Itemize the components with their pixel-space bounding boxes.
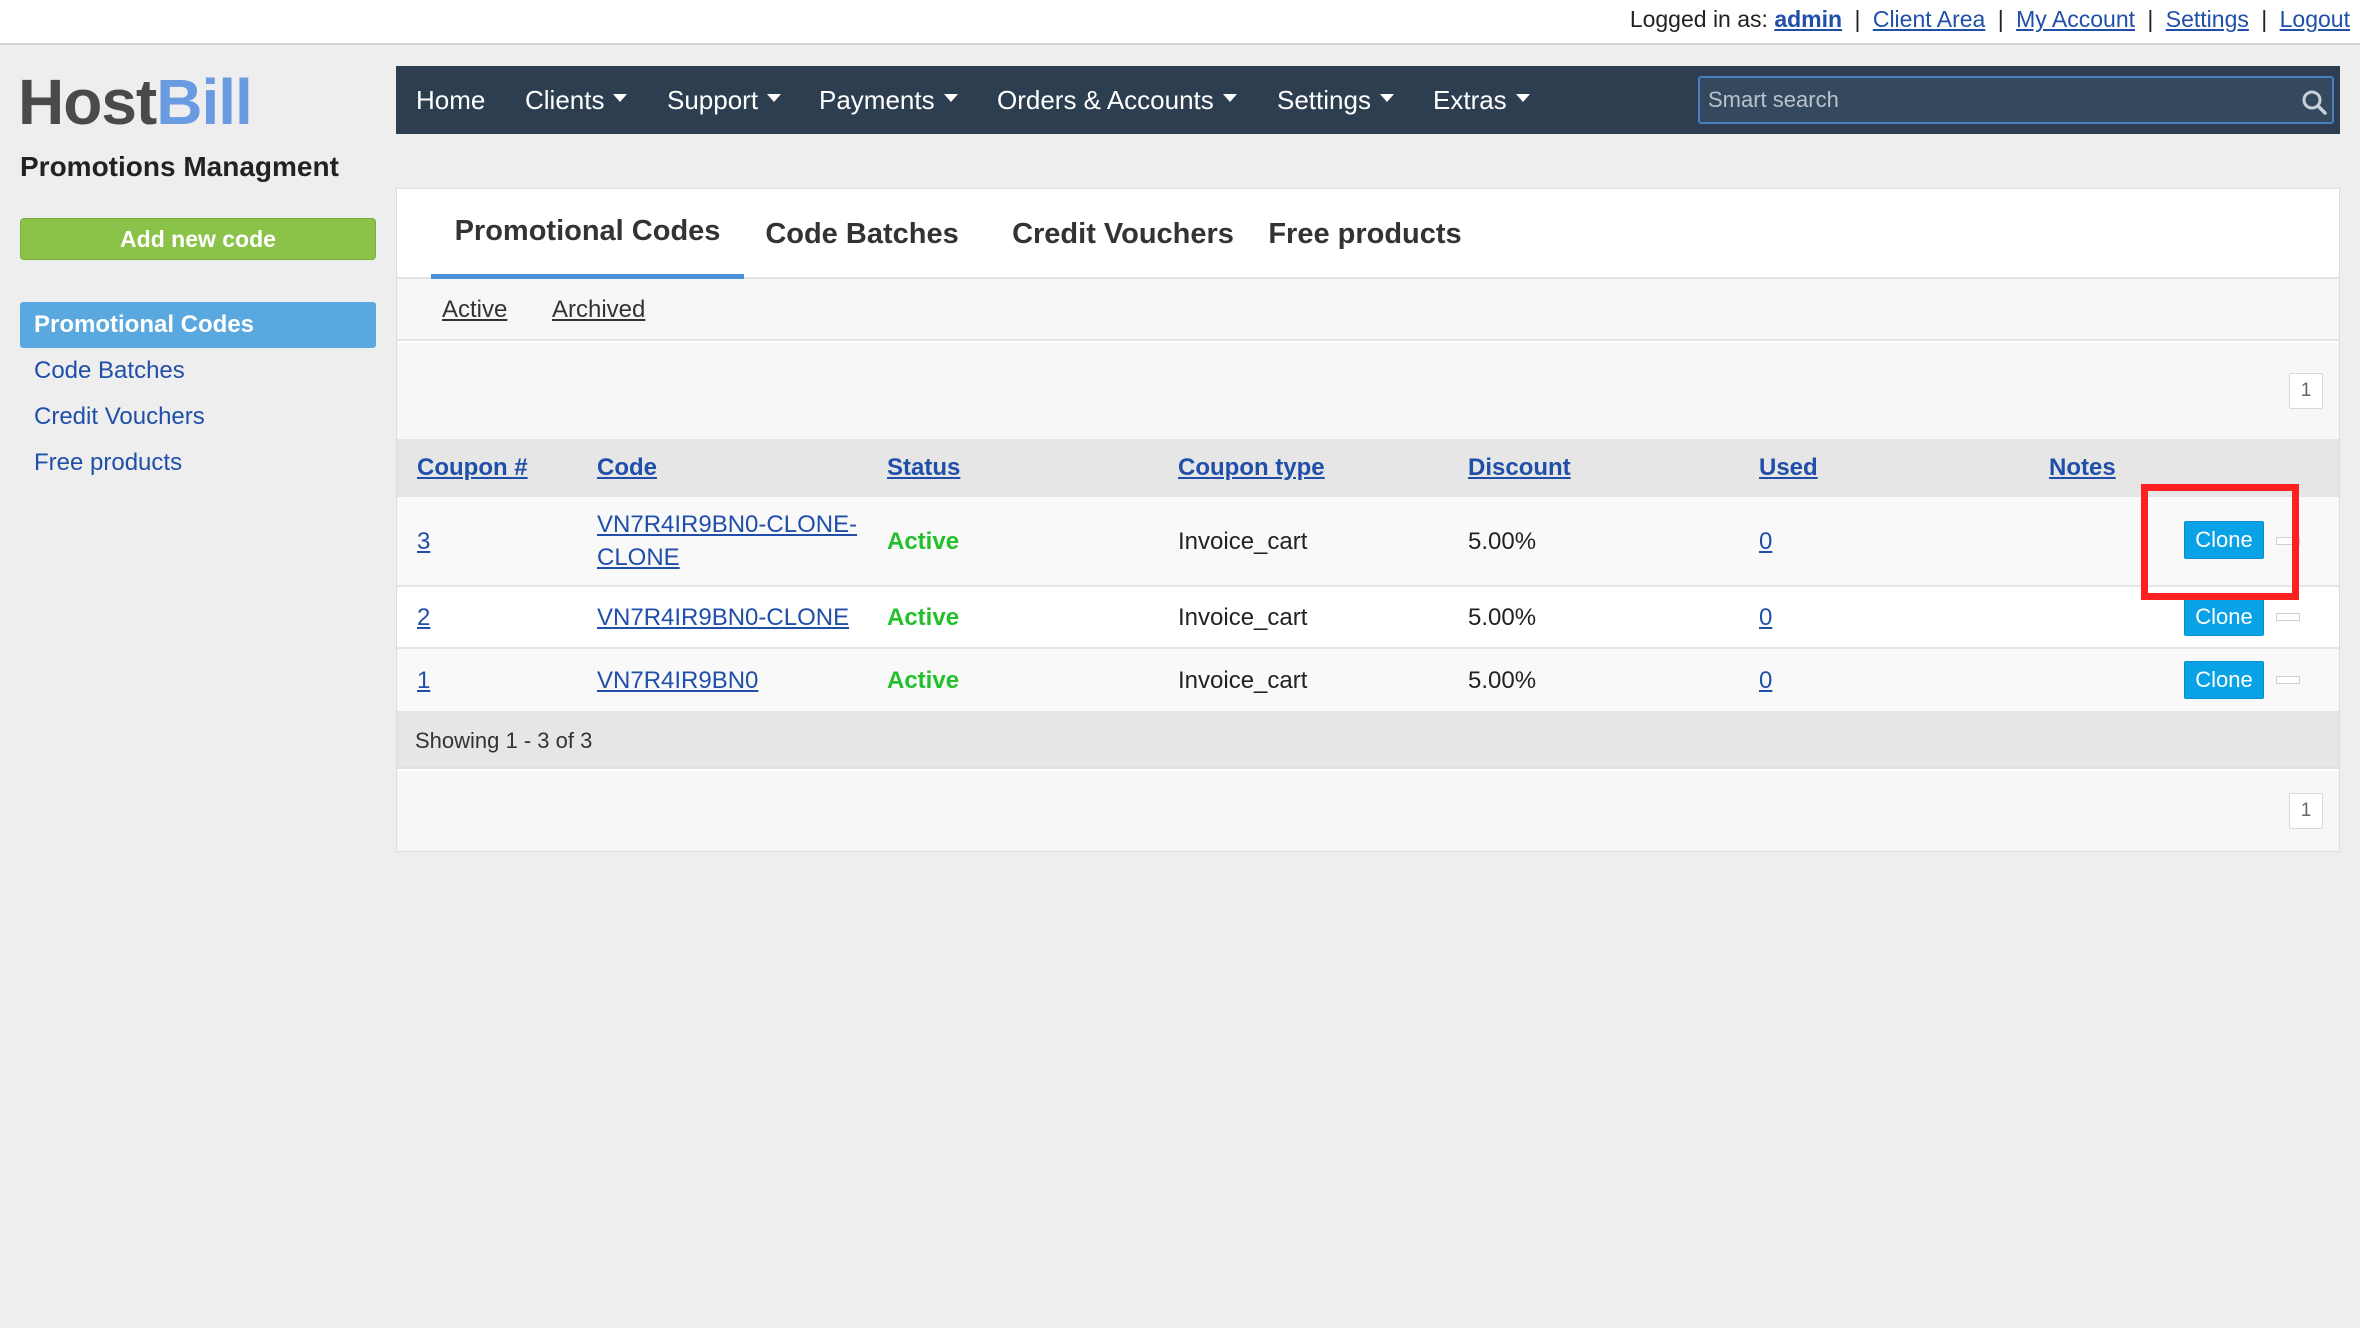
page-title: Promotions Managment bbox=[20, 151, 339, 182]
column-code[interactable]: Code bbox=[597, 439, 657, 497]
column-notes[interactable]: Notes bbox=[2049, 439, 2116, 497]
caret-down-icon bbox=[613, 94, 628, 102]
clone-button[interactable]: Clone bbox=[2184, 598, 2264, 636]
sidebar-nav: Promotional Codes Code Batches Credit Vo… bbox=[20, 302, 376, 486]
logged-in-label: Logged in as: bbox=[1629, 6, 1768, 32]
logout-link[interactable]: Logout bbox=[2280, 6, 2350, 32]
nav-extras-label: Extras bbox=[1433, 84, 1507, 115]
pagination-top: 1 bbox=[397, 343, 2339, 439]
coupon-type: Invoice_cart bbox=[1178, 527, 1308, 555]
nav-home[interactable]: Home bbox=[416, 66, 485, 134]
coupon-type: Invoice_cart bbox=[1178, 666, 1308, 694]
username-link[interactable]: admin bbox=[1774, 6, 1842, 32]
status-badge: Active bbox=[887, 527, 960, 555]
section-tabs: Promotional Codes Code Batches Credit Vo… bbox=[397, 189, 2339, 279]
column-discount[interactable]: Discount bbox=[1468, 439, 1571, 497]
discount-value: 5.00% bbox=[1468, 527, 1537, 555]
column-used[interactable]: Used bbox=[1759, 439, 1818, 497]
row-options-handle[interactable] bbox=[2276, 537, 2300, 545]
nav-orders-accounts[interactable]: Orders & Accounts bbox=[997, 66, 1237, 134]
sidebar-item-free-products[interactable]: Free products bbox=[20, 440, 376, 486]
settings-link[interactable]: Settings bbox=[2166, 6, 2249, 32]
logo-part-host: Host bbox=[18, 66, 157, 138]
separator: | bbox=[2147, 6, 2154, 32]
search-icon[interactable] bbox=[2300, 88, 2328, 116]
column-coupon-type[interactable]: Coupon type bbox=[1178, 439, 1325, 497]
caret-down-icon bbox=[1379, 94, 1394, 102]
content-panel: Promotional Codes Code Batches Credit Vo… bbox=[396, 188, 2340, 852]
nav-support-label: Support bbox=[667, 84, 759, 115]
main-navigation: Home Clients Support Payments Orders & A… bbox=[396, 66, 2340, 134]
smart-search bbox=[1698, 76, 2334, 124]
subtab-active[interactable]: Active bbox=[442, 279, 507, 341]
coupon-id-link[interactable]: 2 bbox=[417, 587, 430, 647]
nav-orders-accounts-label: Orders & Accounts bbox=[997, 84, 1214, 115]
tab-free-products[interactable]: Free products bbox=[1268, 189, 1461, 279]
status-badge: Active bbox=[887, 603, 960, 631]
status-filter-tabs: Active Archived bbox=[397, 279, 2339, 341]
table-footer: Showing 1 - 3 of 3 bbox=[397, 713, 2339, 769]
nav-settings-label: Settings bbox=[1277, 84, 1371, 115]
coupon-code-link[interactable]: VN7R4IR9BN0 bbox=[597, 649, 758, 711]
used-count-link[interactable]: 0 bbox=[1759, 587, 1772, 647]
add-new-code-button[interactable]: Add new code bbox=[20, 218, 376, 260]
column-status[interactable]: Status bbox=[887, 439, 960, 497]
status-badge: Active bbox=[887, 666, 960, 694]
table-row: 3 VN7R4IR9BN0-CLONE-CLONE Active Invoice… bbox=[397, 497, 2339, 587]
caret-down-icon bbox=[1515, 94, 1530, 102]
discount-value: 5.00% bbox=[1468, 603, 1537, 631]
sidebar-item-code-batches[interactable]: Code Batches bbox=[20, 348, 376, 394]
client-area-link[interactable]: Client Area bbox=[1873, 6, 1986, 32]
showing-count: Showing 1 - 3 of 3 bbox=[415, 728, 593, 753]
column-coupon-number[interactable]: Coupon # bbox=[417, 439, 528, 497]
clone-button[interactable]: Clone bbox=[2184, 661, 2264, 699]
nav-settings[interactable]: Settings bbox=[1277, 66, 1394, 134]
coupon-id-link[interactable]: 1 bbox=[417, 649, 430, 711]
page-number-button[interactable]: 1 bbox=[2289, 373, 2323, 409]
nav-support[interactable]: Support bbox=[667, 66, 782, 134]
pagination-bottom: 1 bbox=[397, 771, 2339, 851]
separator: | bbox=[2261, 6, 2268, 32]
my-account-link[interactable]: My Account bbox=[2016, 6, 2135, 32]
page-number-button[interactable]: 1 bbox=[2289, 793, 2323, 829]
clone-button[interactable]: Clone bbox=[2184, 521, 2264, 559]
nav-extras[interactable]: Extras bbox=[1433, 66, 1530, 134]
table-row: 2 VN7R4IR9BN0-CLONE Active Invoice_cart … bbox=[397, 587, 2339, 649]
sidebar-item-promotional-codes[interactable]: Promotional Codes bbox=[20, 302, 376, 348]
coupon-code-link[interactable]: VN7R4IR9BN0-CLONE bbox=[597, 587, 849, 647]
used-count-link[interactable]: 0 bbox=[1759, 649, 1772, 711]
table-header: Coupon # Code Status Coupon type Discoun… bbox=[397, 439, 2339, 497]
subtab-archived[interactable]: Archived bbox=[552, 279, 645, 341]
account-links: Logged in as: admin | Client Area | My A… bbox=[1630, 4, 2350, 34]
caret-down-icon bbox=[943, 94, 958, 102]
separator: | bbox=[1854, 6, 1861, 32]
tab-credit-vouchers[interactable]: Credit Vouchers bbox=[1012, 189, 1234, 279]
tab-promotional-codes[interactable]: Promotional Codes bbox=[431, 189, 744, 279]
caret-down-icon bbox=[767, 94, 782, 102]
top-bar: Logged in as: admin | Client Area | My A… bbox=[0, 0, 2360, 45]
nav-clients[interactable]: Clients bbox=[525, 66, 628, 134]
separator: | bbox=[1997, 6, 2004, 32]
nav-clients-label: Clients bbox=[525, 84, 605, 115]
coupon-id-link[interactable]: 3 bbox=[417, 497, 430, 585]
hostbill-logo[interactable]: HostBill bbox=[18, 64, 253, 140]
coupon-code-link[interactable]: VN7R4IR9BN0-CLONE-CLONE bbox=[597, 497, 867, 585]
smart-search-input[interactable] bbox=[1708, 78, 2288, 122]
coupon-type: Invoice_cart bbox=[1178, 603, 1308, 631]
used-count-link[interactable]: 0 bbox=[1759, 497, 1772, 585]
caret-down-icon bbox=[1222, 94, 1237, 102]
discount-value: 5.00% bbox=[1468, 666, 1537, 694]
table-row: 1 VN7R4IR9BN0 Active Invoice_cart 5.00% … bbox=[397, 649, 2339, 713]
row-options-handle[interactable] bbox=[2276, 676, 2300, 684]
row-options-handle[interactable] bbox=[2276, 613, 2300, 621]
logo-part-bill: Bill bbox=[156, 66, 253, 138]
sidebar-item-credit-vouchers[interactable]: Credit Vouchers bbox=[20, 394, 376, 440]
nav-home-label: Home bbox=[416, 84, 486, 115]
nav-payments-label: Payments bbox=[819, 84, 935, 115]
tab-code-batches[interactable]: Code Batches bbox=[765, 189, 958, 279]
nav-payments[interactable]: Payments bbox=[819, 66, 958, 134]
